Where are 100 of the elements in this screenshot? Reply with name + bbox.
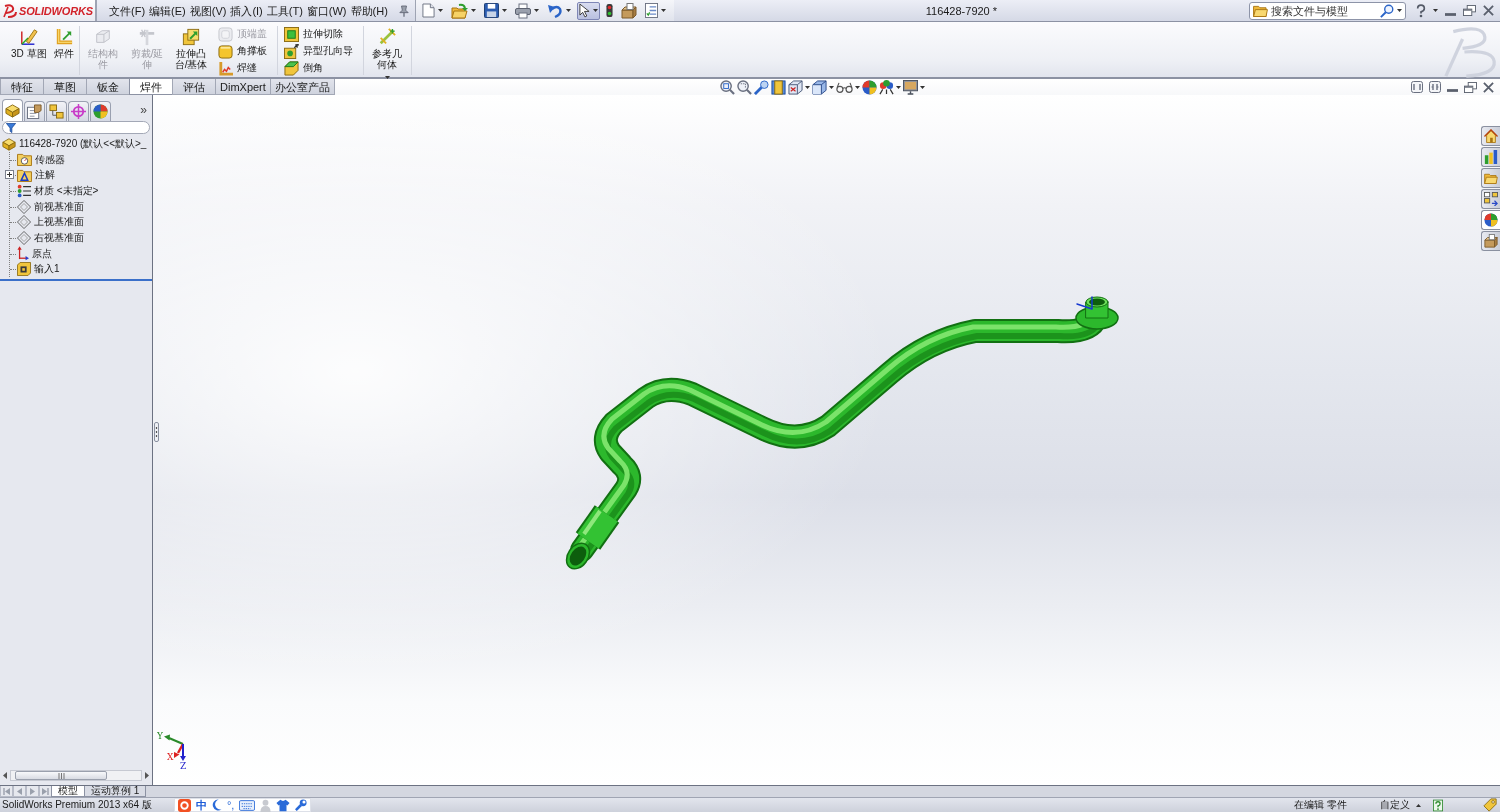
command-tab[interactable]: 钣金 <box>86 79 130 95</box>
zoom-area-icon[interactable] <box>736 79 752 95</box>
close-icon[interactable] <box>1483 81 1494 93</box>
menu-item[interactable]: 文件(F) <box>107 1 148 20</box>
printer-icon[interactable] <box>514 2 531 19</box>
search-input[interactable]: 搜索文件与模型 <box>1271 3 1377 18</box>
caret-icon[interactable] <box>1433 9 1438 12</box>
caret-icon[interactable] <box>804 85 810 89</box>
command-tab[interactable]: 办公室产品 <box>269 79 335 95</box>
magnifier-icon[interactable] <box>753 79 769 95</box>
box-icon[interactable] <box>620 2 637 19</box>
panel-tab[interactable] <box>46 101 67 121</box>
scene-icon[interactable] <box>878 79 894 95</box>
tree-item[interactable]: 传感器 <box>17 151 152 168</box>
view-cube-icon[interactable] <box>787 79 803 95</box>
color-ball-icon[interactable] <box>861 79 877 95</box>
tree-item[interactable]: 前视基准面 <box>17 198 152 215</box>
task-pane-tab[interactable] <box>1481 168 1500 188</box>
caret-icon[interactable] <box>501 9 507 12</box>
checklist-icon[interactable] <box>644 3 658 18</box>
more-tabs-button[interactable]: » <box>140 103 150 117</box>
caret-icon[interactable] <box>1397 9 1402 12</box>
expand-toggle[interactable] <box>5 170 14 180</box>
search-field[interactable]: 搜索文件与模型 <box>1249 1 1406 20</box>
units-button[interactable]: 自定义 <box>1380 798 1421 812</box>
task-pane-tab[interactable] <box>1481 210 1500 230</box>
ribbon-button[interactable]: 拉伸凸台/基体 <box>171 26 211 70</box>
ime-logo-icon[interactable] <box>177 798 191 812</box>
moon-icon[interactable] <box>211 799 222 811</box>
close-icon[interactable] <box>1483 5 1494 16</box>
tag-icon[interactable] <box>1483 798 1497 812</box>
ribbon-button[interactable]: 焊件 <box>52 26 75 59</box>
minimize-icon[interactable] <box>1445 12 1456 16</box>
caret-icon[interactable] <box>565 9 571 12</box>
wrench-icon[interactable] <box>295 799 308 811</box>
section-view-icon[interactable] <box>770 79 786 95</box>
tree-item[interactable]: 上视基准面 <box>17 214 152 231</box>
tree-item[interactable]: 右视基准面 <box>17 230 152 246</box>
keyboard-icon[interactable] <box>239 799 256 811</box>
help-icon[interactable] <box>1433 798 1443 812</box>
task-pane-tab[interactable] <box>1481 189 1500 209</box>
command-tab[interactable]: 特征 <box>0 79 44 95</box>
split-square-icon[interactable] <box>1429 81 1441 93</box>
ribbon-button[interactable]: 倒角 <box>281 60 355 76</box>
tree-item[interactable]: 材质 <未指定> <box>17 183 152 199</box>
scrollbar-track[interactable] <box>10 770 142 781</box>
tree-item[interactable]: 原点 <box>17 245 152 262</box>
undo-arrow-icon[interactable] <box>546 2 563 19</box>
ribbon-button[interactable]: 拉伸切除 <box>281 26 355 42</box>
search-icon[interactable] <box>1380 3 1394 18</box>
tree-item[interactable]: 输入1 <box>17 261 152 278</box>
restore-icon[interactable] <box>1463 5 1476 16</box>
menu-item[interactable]: 窗口(W) <box>304 1 349 20</box>
scroll-right-button[interactable] <box>145 772 149 779</box>
filter-field[interactable] <box>2 121 150 134</box>
ribbon-button[interactable]: 异型孔向导 <box>281 43 355 59</box>
glasses-icon[interactable] <box>835 81 853 93</box>
pin-icon[interactable] <box>398 4 409 17</box>
zoom-fit-icon[interactable] <box>719 79 735 95</box>
traffic-light-icon[interactable] <box>605 3 613 18</box>
tree-item[interactable]: 116428-7920 (默认<<默认>_ <box>2 136 152 152</box>
task-pane-tab[interactable] <box>1481 231 1500 251</box>
shaded-cube-icon[interactable] <box>811 79 827 95</box>
ribbon-button[interactable]: 焊缝 <box>215 60 269 76</box>
caret-icon[interactable] <box>660 9 666 12</box>
panel-tab[interactable] <box>2 99 23 121</box>
tree-item[interactable]: 注解 <box>17 167 152 184</box>
punctuation-button[interactable]: °, <box>226 799 235 811</box>
menu-item[interactable]: 编辑(E) <box>147 1 188 20</box>
shirt-icon[interactable] <box>276 798 291 812</box>
scrollbar-thumb[interactable] <box>15 771 107 780</box>
caret-icon[interactable] <box>828 85 834 89</box>
panel-tab[interactable] <box>90 101 111 121</box>
toolbar-button[interactable] <box>576 1 600 20</box>
ribbon-button[interactable]: 3D 草图 <box>10 26 48 59</box>
command-tab[interactable]: DimXpert <box>215 79 271 95</box>
command-tab[interactable]: 焊件 <box>129 79 173 95</box>
menu-item[interactable]: 视图(V) <box>187 1 229 20</box>
menu-item[interactable]: 插入(I) <box>228 1 265 20</box>
panel-collapse-handle[interactable] <box>154 422 159 442</box>
task-pane-tab[interactable] <box>1481 126 1500 146</box>
help-icon[interactable] <box>1416 3 1426 18</box>
command-tab[interactable]: 草图 <box>43 79 87 95</box>
caret-icon[interactable] <box>437 9 443 12</box>
split-square-icon[interactable] <box>1411 81 1423 93</box>
command-tab[interactable]: 评估 <box>172 79 216 95</box>
ime-mode-button[interactable]: 中 <box>195 799 207 811</box>
panel-tab[interactable] <box>24 101 45 121</box>
caret-icon[interactable] <box>919 85 925 89</box>
monitor-icon[interactable] <box>902 79 918 95</box>
menu-item[interactable]: 工具(T) <box>264 1 305 20</box>
ribbon-button[interactable]: 参考几何体 <box>367 26 407 79</box>
caret-icon[interactable] <box>533 9 539 12</box>
caret-icon[interactable] <box>470 9 476 12</box>
restore-icon[interactable] <box>1464 81 1477 93</box>
caret-icon[interactable] <box>854 85 860 89</box>
menu-item[interactable]: 帮助(H) <box>348 1 390 20</box>
caret-icon[interactable] <box>895 85 901 89</box>
scroll-left-button[interactable] <box>3 772 7 779</box>
task-pane-tab[interactable] <box>1481 147 1500 167</box>
